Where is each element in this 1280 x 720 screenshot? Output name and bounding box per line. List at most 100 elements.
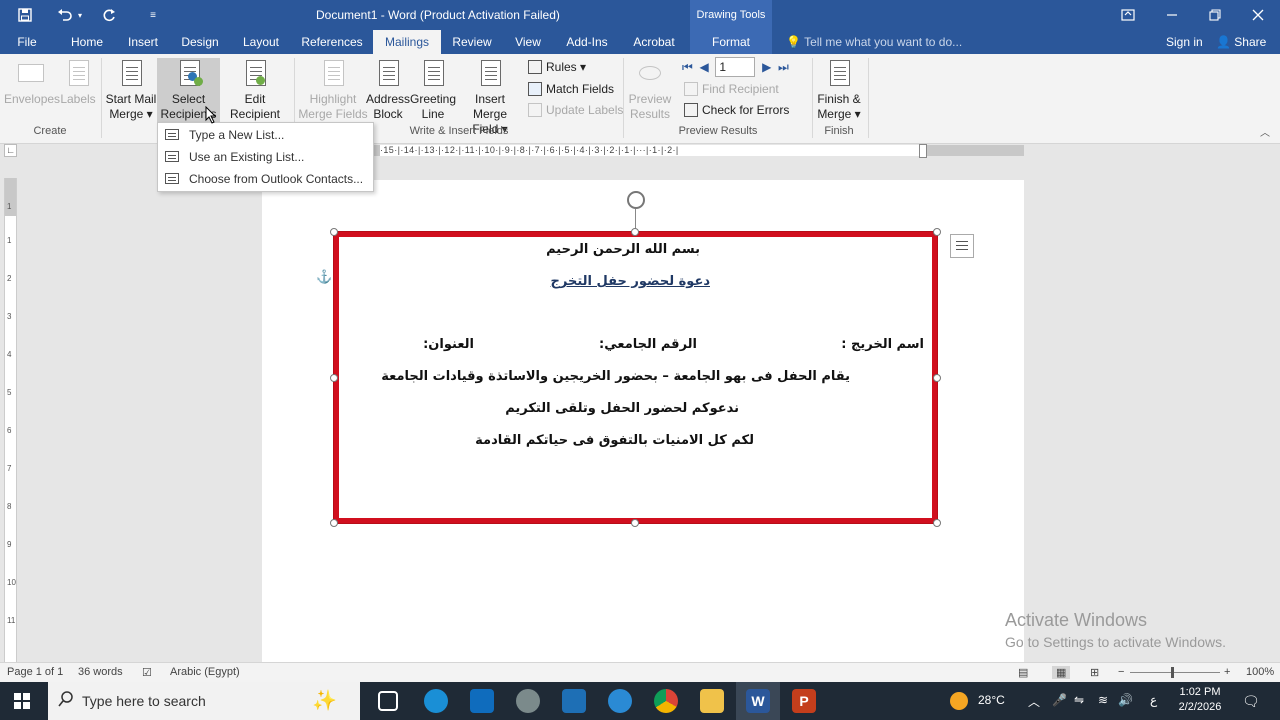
calculator-icon[interactable]	[562, 689, 586, 713]
customize-qat-icon[interactable]: ≡	[142, 5, 164, 25]
preview-results-button[interactable]: Preview Results	[626, 58, 674, 122]
layout-options-icon[interactable]	[950, 234, 974, 258]
redo-icon[interactable]	[98, 5, 120, 25]
save-icon[interactable]	[14, 5, 36, 25]
word-icon[interactable]: W	[746, 689, 770, 713]
zoom-out-button[interactable]: −	[1118, 666, 1124, 678]
file-explorer-icon[interactable]	[700, 689, 724, 713]
record-navigation: ⏮ ◀ 1 ▶ ⏭	[682, 57, 789, 77]
zoom-slider-thumb[interactable]	[1171, 667, 1174, 678]
web-layout-icon[interactable]: ⊞	[1090, 666, 1099, 679]
edge-icon[interactable]	[424, 689, 448, 713]
settings-app-icon[interactable]	[516, 689, 540, 713]
tab-review[interactable]: Review	[448, 30, 496, 54]
update-labels-button[interactable]: Update Labels	[528, 100, 623, 120]
outlook-icon[interactable]	[470, 689, 494, 713]
greeting-line-button[interactable]: Greeting Line	[410, 58, 456, 122]
weather-temp[interactable]: 28°C	[978, 693, 1005, 707]
finish-merge-button[interactable]: Finish & Merge ▾	[814, 58, 864, 122]
group-preview-label: Preview Results	[678, 125, 758, 137]
rotate-handle-icon[interactable]	[627, 191, 645, 209]
tab-file[interactable]: File	[8, 30, 46, 54]
clock-time: 1:02 PM	[1179, 686, 1221, 698]
rules-button[interactable]: Rules ▾	[528, 57, 586, 77]
minimize-icon[interactable]	[1150, 0, 1194, 30]
notifications-icon[interactable]: 🗨	[1242, 693, 1260, 710]
input-language[interactable]: ع	[1150, 693, 1157, 707]
task-view-icon[interactable]	[378, 691, 398, 711]
labels-button[interactable]: Labels	[58, 58, 98, 107]
resize-handle[interactable]	[933, 519, 941, 527]
activate-windows-watermark: Activate Windows Go to Settings to activ…	[1005, 610, 1226, 650]
share-button[interactable]: 👤 Share	[1216, 30, 1266, 54]
sign-in-link[interactable]: Sign in	[1166, 30, 1203, 54]
close-icon[interactable]	[1236, 0, 1280, 30]
wifi-icon[interactable]: ≋	[1098, 693, 1108, 707]
last-record-icon[interactable]: ⏭	[778, 57, 789, 77]
outlook-contacts-item[interactable]: Choose from Outlook Contacts...	[158, 168, 373, 190]
tab-references[interactable]: References	[298, 30, 366, 54]
resize-handle[interactable]	[933, 374, 941, 382]
zoom-in-button[interactable]: +	[1224, 666, 1230, 678]
labels-icon	[63, 58, 93, 88]
highlight-merge-fields-button[interactable]: Highlight Merge Fields	[298, 58, 368, 122]
resize-handle[interactable]	[933, 228, 941, 236]
powerpoint-icon[interactable]: P	[792, 689, 816, 713]
tab-design[interactable]: Design	[176, 30, 224, 54]
ribbon-display-options-icon[interactable]	[1106, 0, 1150, 30]
show-hidden-icons[interactable]: ︿	[1028, 693, 1040, 710]
next-record-icon[interactable]: ▶	[762, 57, 771, 77]
resize-handle[interactable]	[631, 228, 639, 236]
indent-marker[interactable]	[919, 144, 927, 158]
tab-view[interactable]: View	[508, 30, 548, 54]
undo-dropdown-icon[interactable]: ▾	[74, 5, 86, 25]
windows-start-icon[interactable]	[14, 693, 30, 712]
start-mail-merge-button[interactable]: Start Mail Merge ▾	[104, 58, 158, 122]
resize-handle[interactable]	[330, 228, 338, 236]
graduate-name-label: اسم الخريج :	[841, 337, 924, 352]
restore-icon[interactable]	[1193, 0, 1237, 30]
address-block-button[interactable]: Address Block	[366, 58, 410, 122]
tab-selector[interactable]: ∟	[4, 144, 17, 157]
find-recipient-button[interactable]: Find Recipient	[684, 79, 779, 99]
tab-add-ins[interactable]: Add-Ins	[560, 30, 614, 54]
print-layout-icon[interactable]: ▦	[1052, 666, 1071, 679]
network-icon[interactable]: ⇋	[1074, 693, 1084, 707]
resize-handle[interactable]	[631, 519, 639, 527]
type-new-list-item[interactable]: Type a New List...	[158, 124, 373, 146]
undo-icon[interactable]	[54, 5, 76, 25]
tab-home[interactable]: Home	[64, 30, 110, 54]
use-existing-list-item[interactable]: Use an Existing List...	[158, 146, 373, 168]
page-count[interactable]: Page 1 of 1	[7, 666, 63, 678]
match-fields-button[interactable]: Match Fields	[528, 79, 614, 99]
volume-icon[interactable]: 🔊	[1118, 693, 1133, 707]
weather-icon[interactable]	[950, 692, 968, 710]
first-record-icon[interactable]: ⏮	[682, 57, 693, 77]
select-recipients-dropdown: Type a New List... Use an Existing List.…	[157, 122, 374, 192]
tab-mailings[interactable]: Mailings	[373, 30, 441, 54]
record-number-input[interactable]: 1	[715, 57, 756, 77]
tab-acrobat[interactable]: Acrobat	[626, 30, 682, 54]
resize-handle[interactable]	[330, 374, 338, 382]
word-count[interactable]: 36 words	[78, 666, 123, 678]
zoom-level[interactable]: 100%	[1246, 666, 1274, 678]
clock[interactable]: 1:02 PM 2/2/2026	[1170, 685, 1230, 715]
read-mode-icon[interactable]: ▤	[1018, 666, 1028, 679]
resize-handle[interactable]	[330, 519, 338, 527]
tab-insert[interactable]: Insert	[122, 30, 164, 54]
tab-layout[interactable]: Layout	[236, 30, 286, 54]
taskbar-search-box[interactable]: Type here to search ✨	[48, 682, 360, 720]
chrome-icon[interactable]	[654, 689, 678, 713]
find-icon	[684, 82, 698, 96]
language-indicator[interactable]: Arabic (Egypt)	[170, 666, 240, 678]
microphone-icon[interactable]: 🎤	[1052, 693, 1067, 707]
collapse-ribbon-icon[interactable]: ︿	[1260, 124, 1270, 139]
tell-me-box[interactable]: 💡 Tell me what you want to do...	[786, 30, 962, 54]
tab-format[interactable]: Format	[690, 30, 772, 54]
envelopes-button[interactable]: Envelopes	[4, 58, 60, 107]
check-errors-button[interactable]: Check for Errors	[684, 100, 789, 120]
proofing-icon[interactable]: ☑	[142, 666, 152, 679]
zoom-slider[interactable]	[1130, 672, 1220, 673]
previous-record-icon[interactable]: ◀	[699, 57, 708, 77]
browser-icon[interactable]	[608, 689, 632, 713]
